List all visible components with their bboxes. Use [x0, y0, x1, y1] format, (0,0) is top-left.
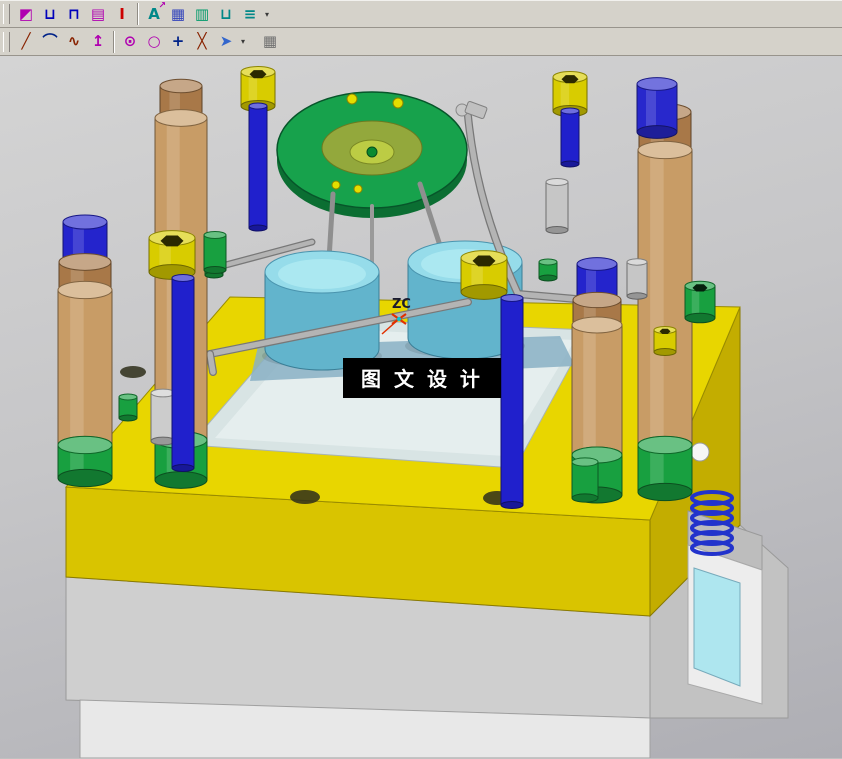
ibeam-icon[interactable]: I: [110, 2, 134, 26]
guide-pillar-front-left-bushing: [57, 435, 113, 488]
gauge-icon[interactable]: ▤: [86, 2, 110, 26]
wcs-label: ZC: [392, 297, 411, 312]
histogram-icon[interactable]: ▥: [190, 2, 214, 26]
green-plug-front-left: [118, 393, 138, 422]
return-pin-top-left: [248, 102, 268, 232]
green-plug-lower-right: [571, 457, 599, 503]
toolbar-drag-handle[interactable]: [3, 4, 10, 24]
cutaway-window: [693, 567, 741, 687]
toolbar-main: ◩ ⊔ ⊓ ▤ I A ↗ ▦ ▥ ⊔ ≡ ▾: [0, 0, 842, 28]
silver-plug-left: [150, 388, 176, 446]
dropdown-arrow-icon[interactable]: ▾: [262, 10, 272, 19]
sketch-icon[interactable]: ◩: [14, 2, 38, 26]
diag-cross-tool-icon[interactable]: ╳: [190, 30, 214, 54]
hatch-icon[interactable]: ▦: [166, 2, 190, 26]
grid-calculator-icon[interactable]: ▦: [258, 30, 282, 54]
return-pin-top-right: [560, 107, 580, 168]
mold-assembly-model: ZC 图 文 设 计: [57, 66, 789, 758]
yellow-mini-screw-right: [653, 325, 677, 357]
circle-tool-icon[interactable]: ○: [142, 30, 166, 54]
guide-pillar-front-left: [57, 280, 113, 455]
guide-pillar-front-right: [571, 316, 623, 464]
blue-cap-top-right: [636, 77, 678, 139]
toolbar-gap: [248, 31, 258, 53]
watermark-box: 图 文 设 计: [343, 358, 501, 398]
u-channel-icon[interactable]: ⊔: [214, 2, 238, 26]
list-icon[interactable]: ≡: [238, 2, 262, 26]
ejector-spring: [690, 490, 734, 556]
circle-center-tool-icon[interactable]: ⊙: [118, 30, 142, 54]
annotation-icon[interactable]: A ↗: [142, 2, 166, 26]
side-hole: [690, 442, 710, 462]
guide-pillar-back-right-bushing: [637, 435, 693, 502]
3d-viewport[interactable]: ZC 图 文 设 计: [0, 56, 842, 758]
line-tool-icon[interactable]: ╱: [14, 30, 38, 54]
ejector-pin-left: [171, 273, 195, 473]
plus-tool-icon[interactable]: +: [166, 30, 190, 54]
locating-ring: [276, 91, 468, 218]
pipe-fitting-silver-upper: [545, 177, 569, 235]
toolbar-separator: [113, 30, 115, 53]
arc-tool-icon[interactable]: ⌒: [38, 30, 62, 54]
pocket-feature-icon[interactable]: ⊓: [62, 2, 86, 26]
spline-tool-icon[interactable]: ∿: [62, 30, 86, 54]
toolbar-separator: [137, 3, 139, 25]
ejector-pin-right: [500, 293, 524, 510]
point-tool-icon[interactable]: ↥: [86, 30, 110, 54]
watermark: 图 文 设 计: [361, 367, 483, 391]
toolbar-drag-handle[interactable]: [3, 31, 10, 52]
toolbar-sketch: ╱ ⌒ ∿ ↥ ⊙ ○ + ╳ ➤ ▾ ▦: [0, 28, 842, 56]
silver-plug-right: [626, 258, 648, 300]
core-cylinder-left: [262, 250, 382, 371]
pipe-fitting-green-mid: [538, 258, 558, 282]
hex-screw-plate-center: [460, 250, 508, 300]
select-tool-icon[interactable]: ➤: [214, 30, 238, 54]
green-plug-left: [203, 230, 227, 275]
ejector-cutaway: [687, 490, 763, 705]
green-screw-right: [684, 280, 716, 324]
hole-feature-icon[interactable]: ⊔: [38, 2, 62, 26]
dropdown-arrow-icon[interactable]: ▾: [238, 37, 248, 46]
hex-screw-plate-left: [148, 230, 196, 280]
